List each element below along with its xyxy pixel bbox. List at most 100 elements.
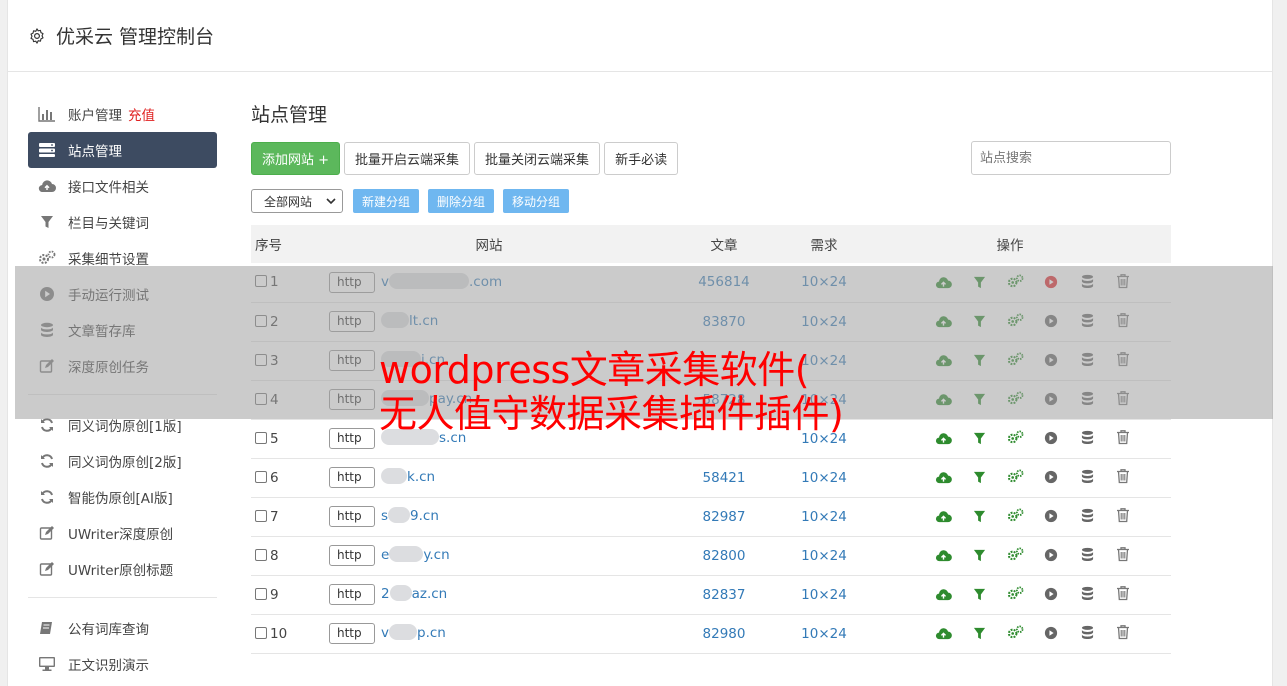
sidebar-item[interactable]: 同义词伪原创[2版] xyxy=(28,443,217,479)
row-number-cell: 6 xyxy=(251,458,329,498)
redacted-blur xyxy=(389,624,417,640)
sidebar-item[interactable]: 公有词库查询 xyxy=(28,610,217,646)
table-row: 6 http k.cn 58421 10×24 xyxy=(251,458,1171,498)
sidebar-item[interactable]: UWriter深度原创 xyxy=(28,515,217,551)
database-icon[interactable] xyxy=(1078,429,1096,447)
gears-icon[interactable] xyxy=(1006,546,1024,564)
article-count[interactable]: 82837 xyxy=(649,575,799,615)
article-count[interactable]: 82987 xyxy=(649,497,799,537)
site-domain-link[interactable]: e y.cn xyxy=(381,546,450,563)
database-icon[interactable] xyxy=(1078,468,1096,486)
need-value[interactable]: 10×24 xyxy=(799,497,849,537)
redacted-blur xyxy=(381,468,407,484)
sidebar-item[interactable]: 接口文件相关 xyxy=(28,168,217,204)
sidebar-item-label: 正文识别演示 xyxy=(68,658,149,674)
delete-group-button[interactable]: 删除分组 xyxy=(428,189,495,213)
sidebar-item[interactable]: 账户管理 充值 xyxy=(28,96,217,132)
site-domain-link[interactable]: 2 az.cn xyxy=(381,585,447,602)
trash-icon[interactable] xyxy=(1114,623,1132,641)
gears-icon[interactable] xyxy=(1006,429,1024,447)
trash-icon[interactable] xyxy=(1114,428,1132,446)
http-protocol-button[interactable]: http xyxy=(329,428,375,449)
site-domain-link[interactable]: v p.cn xyxy=(381,624,446,641)
domain-suffix: 9.cn xyxy=(410,508,439,524)
gears-icon[interactable] xyxy=(1006,507,1024,525)
row-checkbox[interactable] xyxy=(255,509,267,522)
site-group-select[interactable]: 全部网站 xyxy=(251,189,343,213)
row-checkbox[interactable] xyxy=(255,470,267,483)
row-checkbox[interactable] xyxy=(255,626,267,639)
article-count[interactable]: 82800 xyxy=(649,536,799,576)
play-icon[interactable] xyxy=(1042,507,1060,525)
trash-icon[interactable] xyxy=(1114,467,1132,485)
guide-button[interactable]: 新手必读 xyxy=(604,141,679,175)
database-icon[interactable] xyxy=(1078,546,1096,564)
sidebar-item[interactable]: 正文识别演示 xyxy=(28,646,217,682)
row-number: 7 xyxy=(270,508,279,525)
server-icon xyxy=(38,141,56,159)
site-domain-link[interactable]: k.cn xyxy=(381,468,435,485)
domain-suffix: p.cn xyxy=(417,625,446,641)
row-checkbox[interactable] xyxy=(255,431,267,444)
trash-icon[interactable] xyxy=(1114,506,1132,524)
monitor-icon xyxy=(38,655,56,673)
http-protocol-button[interactable]: http xyxy=(329,584,375,605)
gears-icon[interactable] xyxy=(1006,468,1024,486)
filter-icon[interactable] xyxy=(970,508,988,526)
gears-icon[interactable] xyxy=(1006,585,1024,603)
trash-icon[interactable] xyxy=(1114,584,1132,602)
trash-icon[interactable] xyxy=(1114,545,1132,563)
database-icon[interactable] xyxy=(1078,624,1096,642)
need-value[interactable]: 10×24 xyxy=(799,458,849,498)
filter-icon[interactable] xyxy=(970,547,988,565)
row-number: 5 xyxy=(270,430,279,447)
site-search-input[interactable] xyxy=(971,141,1171,175)
filter-icon[interactable] xyxy=(970,430,988,448)
http-protocol-button[interactable]: http xyxy=(329,467,375,488)
filter-icon[interactable] xyxy=(970,469,988,487)
site-domain-link[interactable]: s 9.cn xyxy=(381,507,439,524)
article-count[interactable]: 82980 xyxy=(649,614,799,654)
cloud-upload-icon[interactable] xyxy=(934,508,952,526)
batch-open-cloud-button[interactable]: 批量开启云端采集 xyxy=(344,141,471,175)
http-protocol-button[interactable]: http xyxy=(329,506,375,527)
recharge-link[interactable]: 充值 xyxy=(128,104,155,124)
move-group-button[interactable]: 移动分组 xyxy=(503,189,570,213)
row-checkbox[interactable] xyxy=(255,548,267,561)
header-need: 需求 xyxy=(810,238,838,254)
article-count[interactable]: 58421 xyxy=(649,458,799,498)
play-icon[interactable] xyxy=(1042,429,1060,447)
play-icon[interactable] xyxy=(1042,546,1060,564)
play-icon[interactable] xyxy=(1042,585,1060,603)
need-value[interactable]: 10×24 xyxy=(799,614,849,654)
database-icon[interactable] xyxy=(1078,585,1096,603)
play-icon[interactable] xyxy=(1042,624,1060,642)
http-protocol-button[interactable]: http xyxy=(329,545,375,566)
redacted-blur xyxy=(389,585,412,601)
sidebar-item[interactable]: 站点管理 xyxy=(28,132,217,168)
cloud-upload-icon[interactable] xyxy=(934,430,952,448)
need-value[interactable]: 10×24 xyxy=(799,536,849,576)
ops-cell xyxy=(849,575,1171,615)
domain-prefix: 2 xyxy=(381,586,390,602)
row-checkbox[interactable] xyxy=(255,587,267,600)
sidebar-item[interactable]: UWriter原创标题 xyxy=(28,551,217,587)
play-icon[interactable] xyxy=(1042,468,1060,486)
new-group-button[interactable]: 新建分组 xyxy=(353,189,420,213)
refresh-icon xyxy=(38,488,56,506)
sidebar-item[interactable]: 栏目与关键词 xyxy=(28,204,217,240)
batch-close-cloud-button[interactable]: 批量关闭云端采集 xyxy=(474,141,601,175)
row-number-cell: 7 xyxy=(251,497,329,537)
http-protocol-button[interactable]: http xyxy=(329,623,375,644)
cloud-upload-icon[interactable] xyxy=(934,469,952,487)
cloud-upload-icon[interactable] xyxy=(934,547,952,565)
sidebar-item[interactable]: 智能伪原创[AI版] xyxy=(28,479,217,515)
filter-icon[interactable] xyxy=(970,586,988,604)
cloud-upload-icon[interactable] xyxy=(934,625,952,643)
filter-icon[interactable] xyxy=(970,625,988,643)
database-icon[interactable] xyxy=(1078,507,1096,525)
cloud-upload-icon[interactable] xyxy=(934,586,952,604)
need-value[interactable]: 10×24 xyxy=(799,575,849,615)
add-site-button[interactable]: 添加网站 + xyxy=(251,141,341,175)
gears-icon[interactable] xyxy=(1006,624,1024,642)
